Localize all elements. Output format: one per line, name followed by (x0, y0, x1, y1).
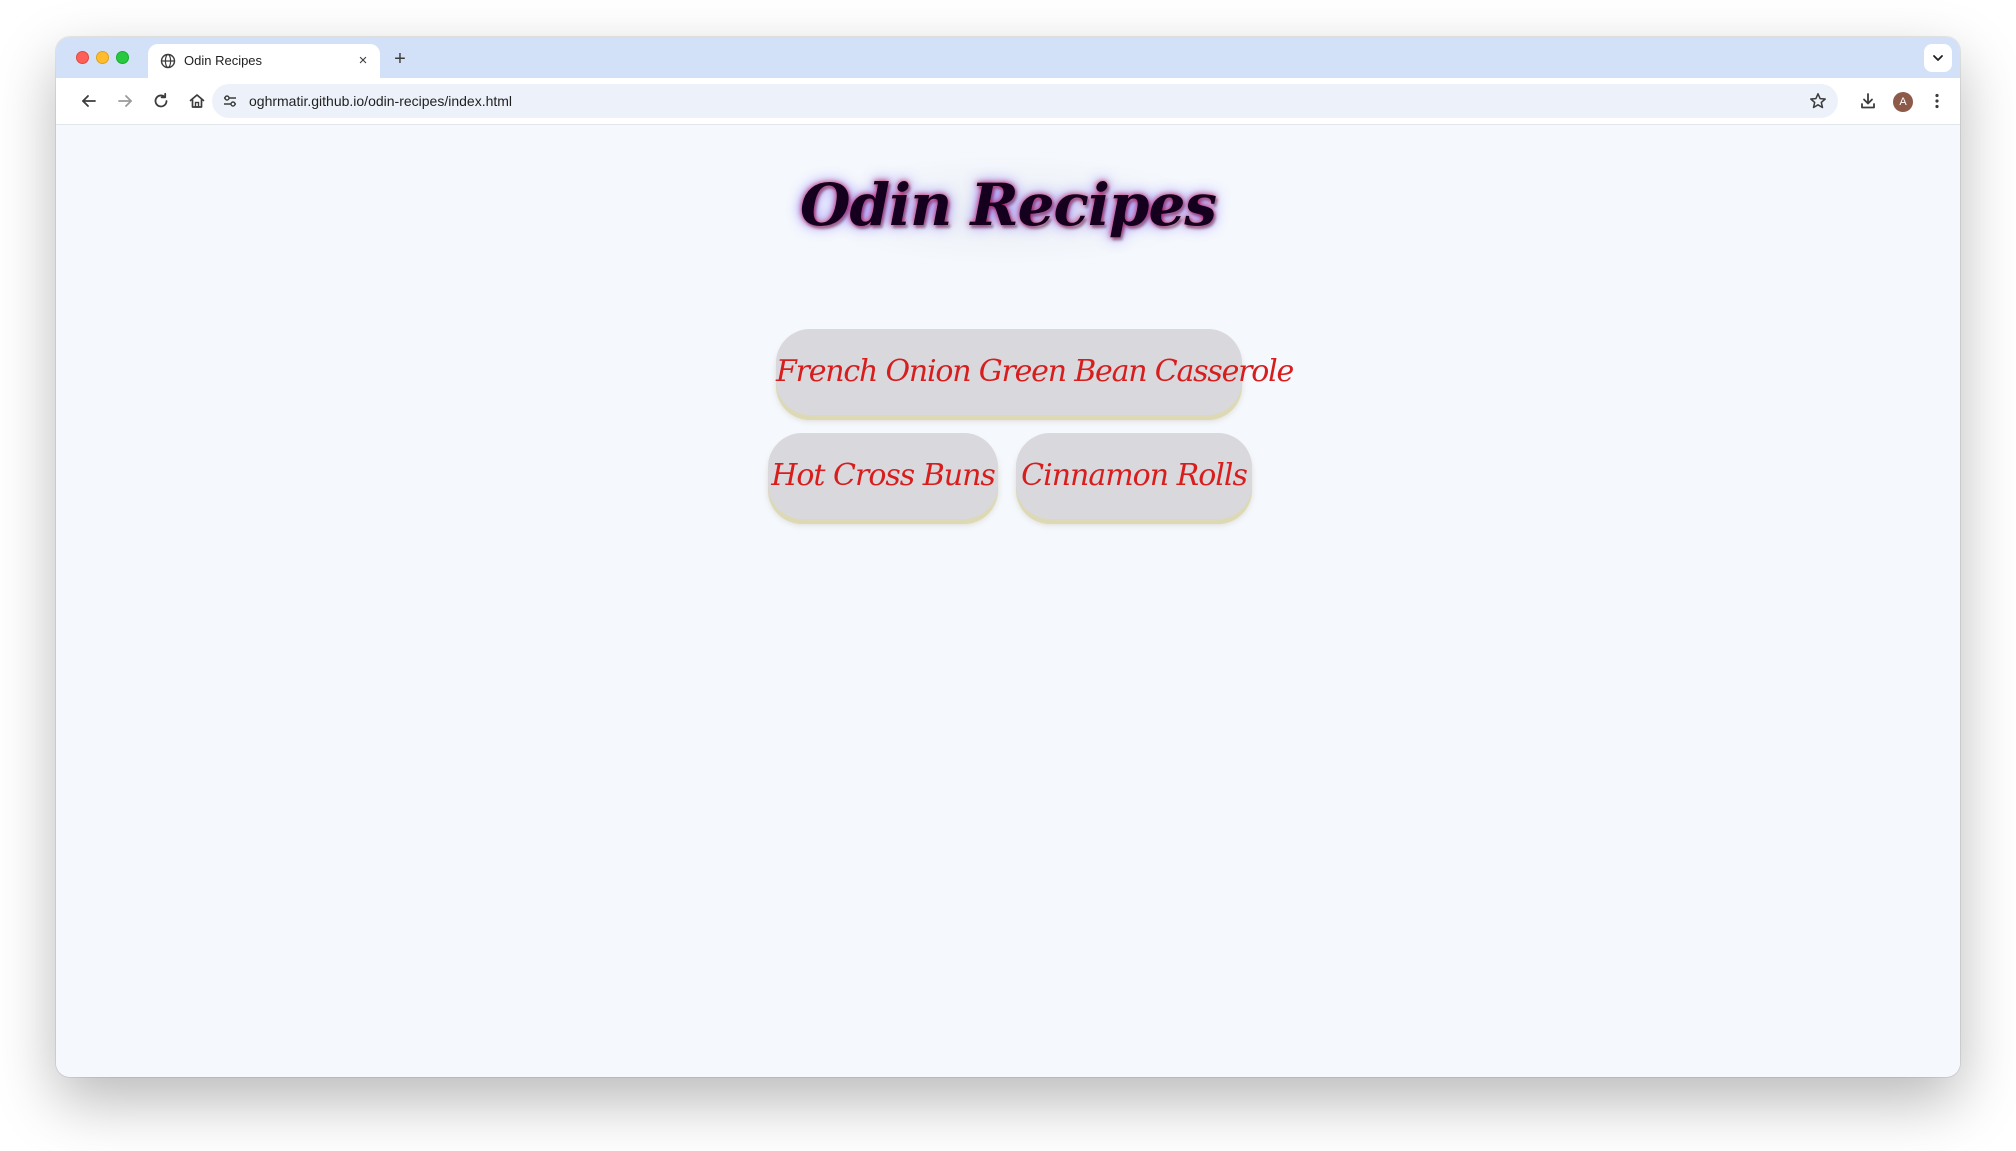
tab-odin-recipes[interactable]: Odin Recipes × (148, 44, 380, 78)
address-url[interactable]: oghrmatir.github.io/odin-recipes/index.h… (249, 93, 512, 109)
reload-icon (154, 92, 168, 108)
tab-title: Odin Recipes (184, 53, 263, 68)
chevron-down-icon (1933, 55, 1943, 61)
downloads-button[interactable] (1853, 86, 1883, 116)
home-icon (189, 94, 205, 108)
tab-close-icon[interactable]: × (354, 52, 372, 70)
reload-button[interactable] (146, 86, 176, 116)
browser-menu-button[interactable] (1922, 86, 1952, 116)
site-settings-icon[interactable] (218, 89, 242, 113)
page-content: Odin Recipes French Onion Green Bean Cas… (56, 125, 1960, 1077)
arrow-left-icon (82, 95, 96, 107)
minimize-window-button[interactable] (96, 51, 109, 64)
tab-search-button[interactable] (1924, 44, 1952, 72)
more-vertical-icon (1935, 93, 1939, 109)
bookmark-star-icon[interactable] (1806, 89, 1830, 113)
profile-avatar[interactable]: A (1893, 92, 1913, 112)
home-button[interactable] (182, 86, 212, 116)
tab-strip: Odin Recipes × + (56, 37, 1960, 78)
browser-window: Odin Recipes × + oghrmatir.github.io/odi… (56, 37, 1960, 1077)
close-window-button[interactable] (76, 51, 89, 64)
page-title: Odin Recipes (799, 171, 1217, 239)
back-button[interactable] (74, 86, 104, 116)
recipe-link-french-onion-green-bean-casserole[interactable]: French Onion Green Bean Casserole (776, 329, 1294, 415)
maximize-window-button[interactable] (116, 51, 129, 64)
download-icon (1861, 93, 1875, 109)
recipe-link-cinnamon-rolls[interactable]: Cinnamon Rolls (1016, 433, 1252, 519)
arrow-right-icon (118, 95, 132, 107)
browser-toolbar: oghrmatir.github.io/odin-recipes/index.h… (56, 78, 1960, 125)
recipe-link-hot-cross-buns[interactable]: Hot Cross Buns (768, 433, 998, 519)
forward-button[interactable] (110, 86, 140, 116)
new-tab-button[interactable]: + (388, 47, 412, 71)
globe-icon (160, 53, 176, 69)
address-bar[interactable]: oghrmatir.github.io/odin-recipes/index.h… (212, 84, 1838, 118)
